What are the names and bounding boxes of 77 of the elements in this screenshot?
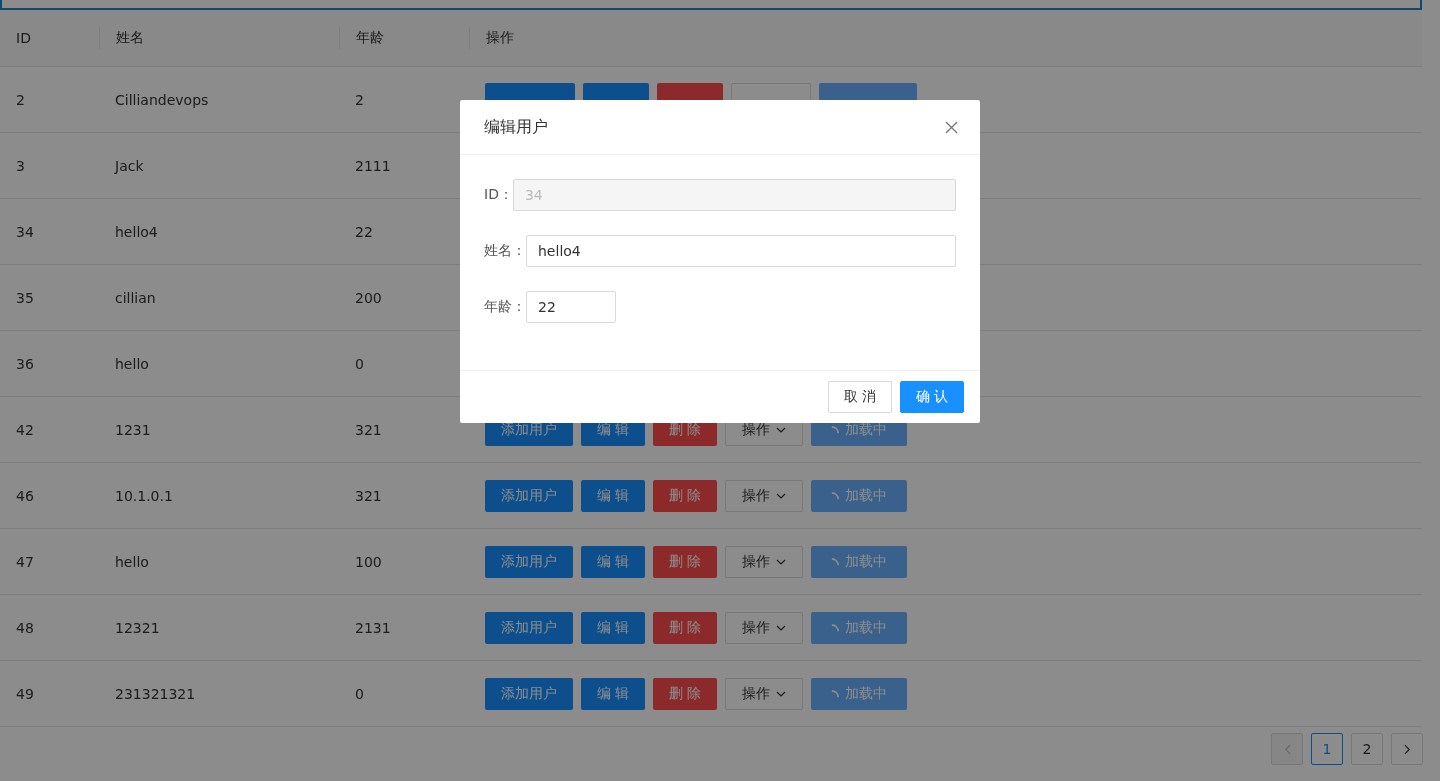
column-header: 姓名 xyxy=(116,29,144,47)
delete-button[interactable]: 删 除 xyxy=(653,677,717,710)
chevron-down-icon xyxy=(776,558,786,565)
close-icon[interactable] xyxy=(945,120,958,134)
dialog-title: 编辑用户 xyxy=(484,116,548,138)
table-cell: hello xyxy=(115,553,149,570)
table-cell: 49 xyxy=(16,685,34,702)
page-button[interactable]: 2 xyxy=(1351,733,1383,765)
confirm-button[interactable]: 确 认 xyxy=(900,381,964,413)
spinner-icon xyxy=(831,557,839,566)
table-cell: 200 xyxy=(355,289,382,306)
cancel-button[interactable]: 取 消 xyxy=(828,381,892,413)
table-cell: cillian xyxy=(115,289,156,306)
table-cell: hello4 xyxy=(115,223,158,240)
table-cell: 0 xyxy=(355,355,364,372)
table-cell: 36 xyxy=(16,355,34,372)
edit-button[interactable]: 编 辑 xyxy=(581,677,645,710)
table-cell: 12321 xyxy=(115,619,160,636)
table-cell: 1231 xyxy=(115,421,151,438)
page-button[interactable]: 1 xyxy=(1311,733,1343,765)
edit-button[interactable]: 编 辑 xyxy=(581,545,645,578)
table-cell: Cilliandevops xyxy=(115,91,209,108)
field-label: ID： xyxy=(484,186,513,204)
column-header: 操作 xyxy=(486,29,514,47)
table-cell: 35 xyxy=(16,289,34,306)
table-cell: 0 xyxy=(355,685,364,702)
edit-button[interactable]: 编 辑 xyxy=(581,611,645,644)
edit-button[interactable]: 编 辑 xyxy=(581,479,645,512)
input-field[interactable]: 22 xyxy=(526,291,616,323)
table-cell: 2 xyxy=(355,91,364,108)
table-cell: hello xyxy=(115,355,149,372)
delete-button[interactable]: 删 除 xyxy=(653,545,717,578)
field-label: 姓名： xyxy=(484,242,526,260)
chevron-down-icon xyxy=(776,426,786,433)
table-cell: 100 xyxy=(355,553,382,570)
loading-button[interactable]: 加载中 xyxy=(811,611,907,644)
field-label: 年龄： xyxy=(484,298,526,316)
add-user-button[interactable]: 添加用户 xyxy=(485,611,573,644)
table-cell: 46 xyxy=(16,487,34,504)
table-cell: 47 xyxy=(16,553,34,570)
loading-button[interactable]: 加载中 xyxy=(811,479,907,512)
actions-dropdown-button[interactable]: 操作 xyxy=(725,677,803,710)
add-user-button[interactable]: 添加用户 xyxy=(485,479,573,512)
spinner-icon xyxy=(831,689,839,698)
table-cell: 10.1.0.1 xyxy=(115,487,173,504)
chevron-down-icon xyxy=(776,690,786,697)
delete-button[interactable]: 删 除 xyxy=(653,479,717,512)
delete-button[interactable]: 删 除 xyxy=(653,611,717,644)
chevron-right-icon xyxy=(1403,743,1411,755)
table-cell: 321 xyxy=(355,487,382,504)
table-cell: 3 xyxy=(16,157,25,174)
spinner-icon xyxy=(831,491,839,500)
spinner-icon xyxy=(831,425,839,434)
table-cell: 22 xyxy=(355,223,373,240)
actions-dropdown-button[interactable]: 操作 xyxy=(725,545,803,578)
column-header: 年龄 xyxy=(356,29,384,47)
column-header: ID xyxy=(16,30,31,46)
table-cell: 2111 xyxy=(355,157,391,174)
spinner-icon xyxy=(831,623,839,632)
table-cell: 2131 xyxy=(355,619,391,636)
actions-dropdown-button[interactable]: 操作 xyxy=(725,479,803,512)
table-cell: 42 xyxy=(16,421,34,438)
loading-button[interactable]: 加载中 xyxy=(811,677,907,710)
loading-button[interactable]: 加载中 xyxy=(811,545,907,578)
chevron-left-icon xyxy=(1283,743,1291,755)
actions-dropdown-button[interactable]: 操作 xyxy=(725,611,803,644)
add-user-button[interactable]: 添加用户 xyxy=(485,677,573,710)
table-cell: 321 xyxy=(355,421,382,438)
input-field[interactable]: hello4 xyxy=(526,235,956,267)
table-cell: 34 xyxy=(16,223,34,240)
table-cell: 231321321 xyxy=(115,685,196,702)
table-cell: Jack xyxy=(115,157,144,174)
table-cell: 2 xyxy=(16,91,25,108)
chevron-down-icon xyxy=(776,492,786,499)
add-user-button[interactable]: 添加用户 xyxy=(485,545,573,578)
table-cell: 48 xyxy=(16,619,34,636)
chevron-down-icon xyxy=(776,624,786,631)
